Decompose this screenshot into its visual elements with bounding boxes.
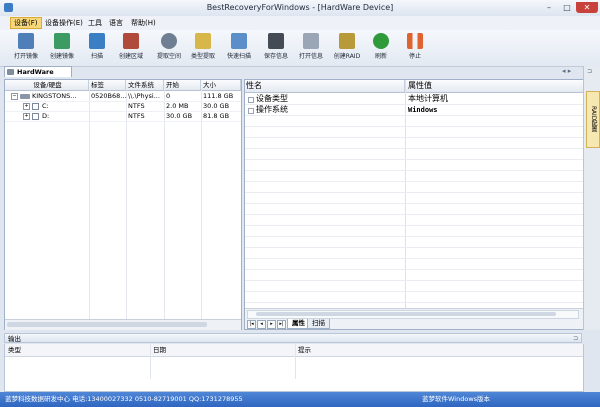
pin-icon[interactable]: ⊐	[573, 334, 578, 344]
property-icon	[248, 108, 254, 114]
status-contact: 蓝梦科技数据研发中心 电话:13400027332 0510-82719001 …	[5, 395, 243, 403]
expand-icon[interactable]: +	[23, 112, 30, 120]
col-size[interactable]: 大小	[201, 80, 241, 90]
output-header: 类型 日期 提示	[5, 344, 583, 379]
partition-icon	[32, 102, 39, 110]
col-label[interactable]: 标签	[89, 80, 126, 90]
pin-icon[interactable]: ⊐	[587, 68, 597, 76]
property-footer: |◂ ◂ ▸ ▸| 属性 扫描	[245, 308, 583, 329]
expand-icon[interactable]: +	[23, 102, 30, 110]
tab-scroll-arrows[interactable]: ◂ ▸	[562, 67, 582, 77]
refresh-button[interactable]: 刷新	[362, 33, 400, 65]
type-extract-icon	[195, 33, 211, 49]
drive-icon	[7, 69, 14, 75]
menu-tools[interactable]: 工具	[85, 18, 105, 28]
toolbar: 打开镜像 创建镜像 扫描 创建区域 提取空间 类型提取 快速扫描 保存信息 打开…	[0, 30, 600, 67]
status-version: 蓝梦软件Windows版本	[422, 395, 491, 403]
quick-scan-button[interactable]: 快速扫描	[220, 33, 258, 65]
left-tab-bar: HardWare Device	[4, 66, 242, 87]
create-image-icon	[54, 33, 70, 49]
collapse-icon[interactable]: −	[11, 92, 18, 100]
col-date[interactable]: 日期	[153, 344, 293, 356]
open-info-icon	[303, 33, 319, 49]
extract-space-button[interactable]: 提取空间	[150, 33, 188, 65]
output-title: 输出	[8, 335, 21, 343]
col-hint[interactable]: 提示	[298, 344, 498, 356]
property-header: 性名 属性值	[245, 80, 583, 93]
extract-space-icon	[161, 33, 177, 49]
refresh-icon	[373, 33, 389, 49]
window-title: BestRecoveryForWindows - [HardWare Devic…	[206, 3, 394, 12]
disk-icon	[20, 93, 30, 99]
open-image-icon	[18, 33, 34, 49]
property-panel: 性名 属性值 设备类型 本地计算机 操作系统 Windows |◂ ◂ ▸ ▸|…	[244, 79, 584, 330]
table-row[interactable]: + D: NTFS 30.0 GB 81.8 GB	[5, 111, 241, 122]
device-list-panel: 设备/硬盘 标签 文件系统 开始 大小 − KINGSTONS... 0520B6…	[4, 79, 242, 330]
col-type[interactable]: 类型	[8, 344, 148, 356]
side-dock: ⊐ RAID配置	[583, 66, 600, 330]
output-title-bar: 输出 ⊐	[4, 333, 582, 343]
create-image-button[interactable]: 创建镜像	[43, 33, 81, 65]
stop-icon	[407, 33, 423, 49]
menu-language[interactable]: 语言	[106, 18, 126, 28]
menu-device[interactable]: 设备(F)	[10, 17, 42, 29]
scroll-thumb[interactable]	[256, 312, 556, 316]
horizontal-scrollbar[interactable]	[5, 319, 241, 330]
scroll-thumb[interactable]	[7, 322, 207, 327]
menu-device-ops[interactable]: 设备操作(E)	[42, 18, 86, 28]
next-page-icon[interactable]: ▸	[267, 320, 276, 329]
stop-button[interactable]: 停止	[396, 33, 434, 65]
output-panel: 类型 日期 提示	[4, 344, 584, 392]
property-icon	[248, 97, 254, 103]
minimize-button[interactable]: –	[540, 2, 558, 13]
partition-icon	[32, 112, 39, 120]
create-raid-button[interactable]: 创建RAID	[328, 33, 366, 65]
create-region-button[interactable]: 创建区域	[112, 33, 150, 65]
col-value[interactable]: 属性值	[406, 80, 583, 92]
device-list-header: 设备/硬盘 标签 文件系统 开始 大小	[5, 80, 241, 91]
last-page-icon[interactable]: ▸|	[277, 320, 286, 329]
property-row[interactable]: 操作系统 Windows	[245, 105, 583, 115]
tab-scan[interactable]: 扫描	[307, 319, 330, 329]
scan-button[interactable]: 扫描	[78, 33, 116, 65]
open-image-button[interactable]: 打开镜像	[7, 33, 45, 65]
maximize-button[interactable]: □	[558, 2, 576, 13]
first-page-icon[interactable]: |◂	[247, 320, 256, 329]
title-bar: BestRecoveryForWindows - [HardWare Devic…	[0, 0, 600, 17]
tab-hardware-device[interactable]: HardWare Device	[4, 66, 72, 87]
horizontal-scrollbar[interactable]	[247, 310, 579, 319]
menu-bar: 设备(F) 设备操作(E) 工具 语言 帮助(H)	[0, 16, 600, 31]
quick-scan-icon	[231, 33, 247, 49]
create-region-icon	[123, 33, 139, 49]
col-name[interactable]: 性名	[245, 80, 405, 92]
col-filesystem[interactable]: 文件系统	[126, 80, 164, 90]
open-info-button[interactable]: 打开信息	[292, 33, 330, 65]
prev-page-icon[interactable]: ◂	[257, 320, 266, 329]
menu-help[interactable]: 帮助(H)	[128, 18, 159, 28]
status-bar: 蓝梦科技数据研发中心 电话:13400027332 0510-82719001 …	[0, 392, 600, 407]
save-info-icon	[268, 33, 284, 49]
scan-icon	[89, 33, 105, 49]
close-button[interactable]: ✕	[576, 2, 598, 13]
col-start[interactable]: 开始	[164, 80, 201, 90]
create-raid-icon	[339, 33, 355, 49]
property-row[interactable]: 设备类型 本地计算机	[245, 94, 583, 104]
type-extract-button[interactable]: 类型提取	[184, 33, 222, 65]
save-info-button[interactable]: 保存信息	[257, 33, 295, 65]
tab-raid-config[interactable]: RAID配置	[586, 91, 600, 148]
col-device[interactable]: 设备/硬盘	[5, 80, 89, 90]
